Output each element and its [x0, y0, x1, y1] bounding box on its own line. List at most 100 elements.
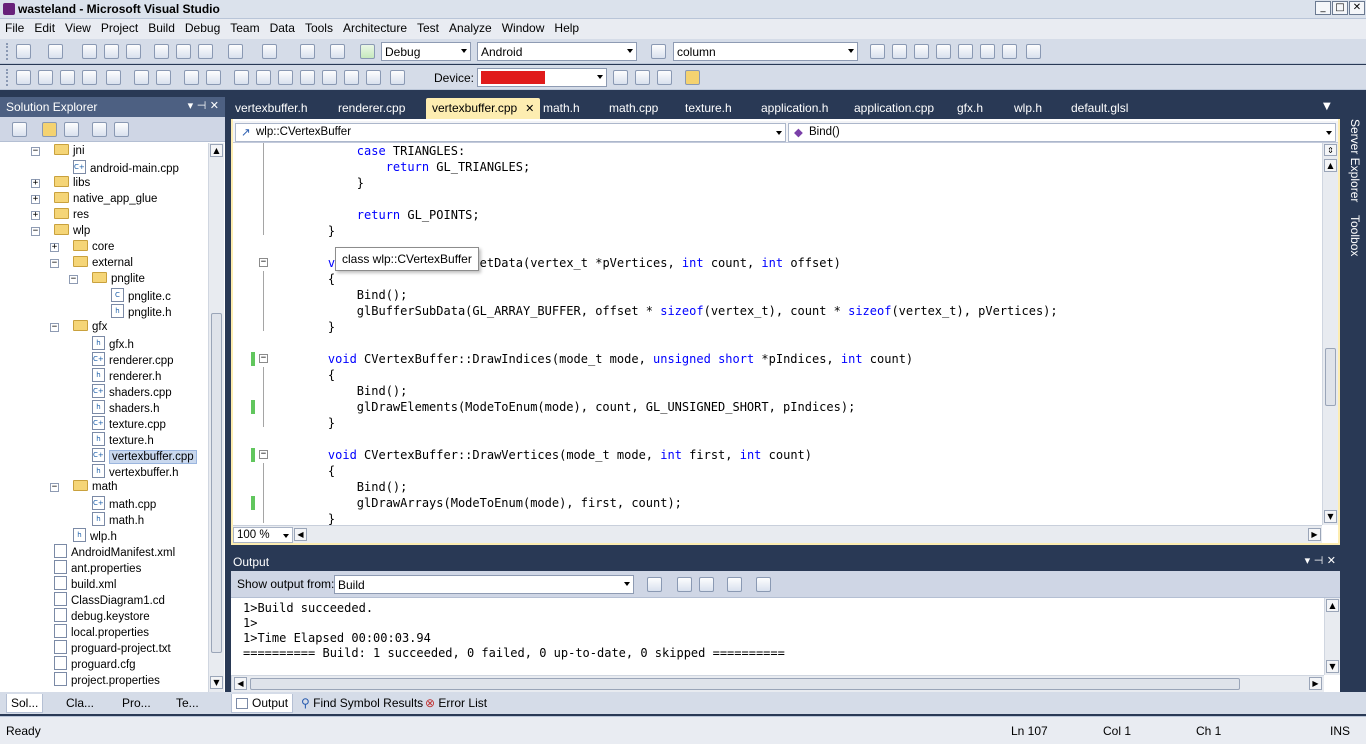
clear-all-icon[interactable]	[727, 577, 742, 592]
tab-class-view[interactable]: Cla...	[62, 694, 98, 713]
tree-item[interactable]: res	[54, 208, 89, 224]
bookmark-previous-icon[interactable]	[234, 70, 249, 85]
member-dropdown[interactable]: ◆ Bind()	[788, 123, 1336, 142]
output-vertical-scrollbar[interactable]: ▲ ▼	[1324, 598, 1340, 675]
expand-toggle-icon[interactable]: −	[31, 227, 40, 236]
tree-item[interactable]: h vertexbuffer.h	[92, 464, 178, 480]
toolbox-icon[interactable]	[936, 44, 951, 59]
code-line[interactable]: {	[299, 271, 335, 287]
menu-analyze[interactable]: Analyze	[444, 19, 497, 35]
scope-dropdown[interactable]: ↗ wlp::CVertexBuffer	[235, 123, 786, 142]
tree-item[interactable]: AndroidManifest.xml	[54, 544, 175, 560]
code-line[interactable]: {	[299, 463, 335, 479]
expand-toggle-icon[interactable]: +	[31, 179, 40, 188]
tab-error-list[interactable]: ⊗ Error List	[421, 694, 491, 713]
code-line[interactable]: Bind();	[299, 287, 408, 303]
menu-data[interactable]: Data	[265, 19, 300, 35]
tab-texture-h[interactable]: texture.h	[679, 98, 738, 119]
scroll-right-icon[interactable]: ▶	[1309, 677, 1322, 690]
menu-view[interactable]: View	[60, 19, 96, 35]
tree-item[interactable]: project.properties	[54, 672, 160, 688]
tab-list-dropdown-icon[interactable]: ▼	[1317, 98, 1337, 119]
scroll-thumb[interactable]	[250, 678, 1240, 690]
object-browser-icon[interactable]	[914, 44, 929, 59]
save-all-icon[interactable]	[126, 44, 141, 59]
code-area[interactable]: case TRIANGLES: return GL_TRIANGLES; } r…	[233, 143, 1322, 525]
server-explorer-tab[interactable]: Server Explorer	[1348, 119, 1362, 202]
tab-application-cpp[interactable]: application.cpp	[848, 98, 940, 119]
menu-build[interactable]: Build	[143, 19, 180, 35]
maximize-button[interactable]: □	[1332, 1, 1348, 15]
solution-configuration-select[interactable]: Debug	[381, 42, 471, 61]
tree-item[interactable]: Cpnglite.c	[111, 288, 171, 304]
open-file-icon[interactable]	[82, 44, 97, 59]
deploy-icon[interactable]	[685, 70, 700, 85]
tree-item[interactable]: gfx	[73, 320, 107, 336]
scroll-thumb[interactable]	[211, 313, 222, 653]
device-select[interactable]	[477, 68, 607, 87]
find-in-files-icon[interactable]	[651, 44, 666, 59]
tab-vertexbuffer-h[interactable]: vertexbuffer.h	[229, 98, 314, 119]
expand-toggle-icon[interactable]: −	[50, 259, 59, 268]
new-project-icon[interactable]	[16, 44, 31, 59]
command-window-icon[interactable]	[1026, 44, 1041, 59]
code-line[interactable]: }	[299, 415, 335, 431]
expand-toggle-icon[interactable]: −	[50, 323, 59, 332]
uncomment-icon[interactable]	[184, 70, 199, 85]
split-handle-icon[interactable]: ⇕	[1324, 144, 1337, 156]
menu-team[interactable]: Team	[225, 19, 264, 35]
toggle-bookmark-icon[interactable]	[206, 70, 221, 85]
properties-icon[interactable]	[12, 122, 27, 137]
tree-item[interactable]: libs	[54, 176, 90, 192]
bookmark-next-doc-icon[interactable]	[344, 70, 359, 85]
tree-item[interactable]: ant.properties	[54, 560, 141, 576]
tab-renderer-cpp[interactable]: renderer.cpp	[332, 98, 411, 119]
go-to-previous-message-icon[interactable]	[677, 577, 692, 592]
solution-platform-select[interactable]: Android	[477, 42, 637, 61]
tree-item[interactable]: math	[73, 480, 118, 496]
tab-math-cpp[interactable]: math.cpp	[603, 98, 664, 119]
outline-collapse-icon[interactable]: −	[259, 258, 268, 267]
device-edit-icon[interactable]	[657, 70, 672, 85]
scroll-right-icon[interactable]: ▶	[1308, 528, 1321, 541]
expand-toggle-icon[interactable]: +	[31, 195, 40, 204]
tree-item[interactable]: C++ renderer.cpp	[92, 352, 174, 368]
expand-toggle-icon[interactable]: −	[50, 483, 59, 492]
expand-toggle-icon[interactable]: +	[31, 211, 40, 220]
code-line[interactable]: Bind();	[299, 383, 408, 399]
code-line[interactable]: }	[299, 319, 335, 335]
tree-item[interactable]: proguard-project.txt	[54, 640, 171, 656]
zoom-dropdown[interactable]: 100 %	[233, 527, 293, 543]
close-button[interactable]: ✕	[1349, 1, 1365, 15]
code-line[interactable]: Bind();	[299, 479, 408, 495]
code-line[interactable]: }	[299, 223, 335, 239]
output-horizontal-scrollbar[interactable]: ◀ ▶	[231, 675, 1324, 692]
tree-item[interactable]: external	[73, 256, 133, 272]
minimize-button[interactable]: _	[1315, 1, 1331, 15]
refresh-icon[interactable]	[64, 122, 79, 137]
tree-item[interactable]: build.xml	[54, 576, 116, 592]
scroll-up-icon[interactable]: ▲	[210, 144, 223, 157]
outline-collapse-icon[interactable]: −	[259, 450, 268, 459]
bookmark-next-folder-icon[interactable]	[300, 70, 315, 85]
tree-item[interactable]: C++ android-main.cpp	[73, 160, 179, 176]
bookmark-prev-doc-icon[interactable]	[322, 70, 337, 85]
tree-item[interactable]: C++ shaders.cpp	[92, 384, 172, 400]
code-line[interactable]: }	[299, 511, 335, 525]
parameter-info-icon[interactable]	[38, 70, 53, 85]
start-debugging-icon[interactable]	[360, 44, 375, 59]
tab-team-explorer[interactable]: Te...	[172, 694, 203, 713]
menu-debug[interactable]: Debug	[180, 19, 225, 35]
code-line[interactable]: case TRIANGLES:	[299, 143, 465, 159]
tree-vertical-scrollbar[interactable]: ▲ ▼	[208, 143, 224, 692]
menu-test[interactable]: Test	[412, 19, 444, 35]
toggle-word-wrap-icon[interactable]	[756, 577, 771, 592]
bookmark-prev-folder-icon[interactable]	[278, 70, 293, 85]
tab-math-h[interactable]: math.h	[537, 98, 586, 119]
panel-pin-close-buttons[interactable]: ▾ ⊣ ✕	[188, 99, 219, 112]
tree-item[interactable]: native_app_glue	[54, 192, 157, 208]
increase-indent-icon[interactable]	[134, 70, 149, 85]
scroll-left-icon[interactable]: ◀	[234, 677, 247, 690]
tab-application-h[interactable]: application.h	[755, 98, 834, 119]
outline-collapse-icon[interactable]: −	[259, 354, 268, 363]
